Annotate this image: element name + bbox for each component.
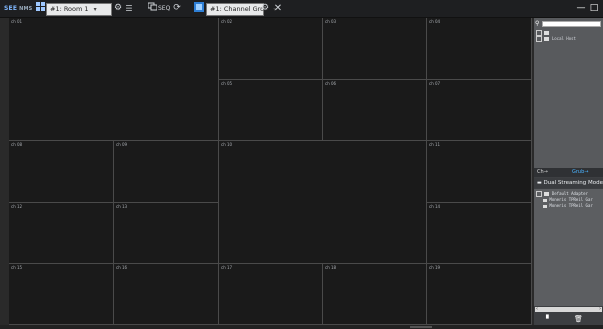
video-cell[interactable]: ch 15	[9, 264, 114, 325]
seq-label[interactable]: SEQ	[158, 2, 172, 15]
list-item-label: Moneris TPReil Gar	[549, 197, 593, 202]
video-cell[interactable]: ch 08	[9, 141, 114, 203]
video-cell[interactable]: ch 05	[219, 80, 323, 141]
expand-icon[interactable]	[536, 36, 542, 42]
cell-label: ch 06	[325, 81, 337, 86]
cell-label: ch 13	[116, 204, 128, 209]
cell-label: ch 11	[429, 142, 441, 147]
chevron-down-icon: ▾	[93, 5, 97, 13]
monitor-icon: ▬	[537, 180, 542, 186]
tree-search-input[interactable]	[542, 21, 601, 27]
folder-icon	[544, 192, 550, 196]
cell-label: ch 10	[221, 142, 233, 147]
tree-row-local-host[interactable]: Local Host	[536, 36, 576, 42]
room-grid-icon[interactable]	[35, 2, 45, 15]
video-cell[interactable]: ch 03	[323, 18, 427, 80]
camera-icon	[543, 204, 547, 208]
channel-group-icon[interactable]	[193, 2, 204, 15]
scroll-right-icon[interactable]: ›	[599, 306, 601, 312]
status-bar	[0, 325, 603, 329]
video-cell[interactable]: ch 10	[219, 141, 427, 264]
cell-label: ch 02	[221, 19, 233, 24]
horizontal-scrollbar[interactable]: ‹ ›	[535, 306, 602, 312]
video-cell[interactable]: ch 16	[114, 264, 219, 325]
dual-streaming-mode-header[interactable]: ▬ Dual Streaming Mode	[534, 178, 603, 188]
room-select-value: #1: Room 1	[50, 4, 89, 13]
sidebar-tabs: Ch→ Grub→	[534, 168, 603, 177]
server-icon	[544, 37, 550, 41]
tree-filter-icon[interactable]: ⚲	[535, 20, 539, 27]
resize-grip[interactable]	[410, 326, 432, 328]
cell-label: ch 15	[11, 265, 23, 270]
cell-label: ch 09	[116, 142, 128, 147]
device-tree-panel: ⚲ Local Host	[534, 18, 603, 168]
cell-label: ch 16	[116, 265, 128, 270]
expand-icon[interactable]	[536, 191, 542, 197]
tab-groups[interactable]: Grub→	[572, 168, 588, 177]
video-cell[interactable]: ch 19	[427, 264, 532, 325]
video-cell[interactable]: ch 18	[323, 264, 427, 325]
room-select[interactable]: #1: Room 1 ▾	[46, 2, 112, 16]
cell-label: ch 12	[11, 204, 23, 209]
logo-subtext: NMS	[19, 6, 33, 12]
top-toolbar: SEE NMS #1: Room 1 ▾ ⚙ ☰ SEQ ⟳ #1: Channel…	[0, 0, 603, 18]
cell-label: ch 19	[429, 265, 441, 270]
video-cell[interactable]: ch 17	[219, 264, 323, 325]
refresh-icon[interactable]: ⟳	[172, 2, 182, 15]
gear-icon[interactable]: ⚙	[260, 2, 270, 15]
video-cell[interactable]: ch 12	[9, 203, 114, 264]
video-cell[interactable]: ch 13	[114, 203, 219, 264]
cell-label: ch 18	[325, 265, 337, 270]
maximize-button[interactable]: □	[588, 2, 600, 15]
cell-label: ch 03	[325, 19, 337, 24]
list-item-label: Default Adapter	[551, 191, 588, 196]
cell-label: ch 08	[11, 142, 23, 147]
cell-label: ch 05	[221, 81, 233, 86]
video-cell[interactable]: ch 07	[427, 80, 532, 141]
close-icon[interactable]: ✕	[273, 2, 283, 15]
minimize-button[interactable]: —	[575, 2, 587, 15]
channel-group-select[interactable]: #1: Channel Grou ▾	[206, 2, 276, 16]
video-grid: ch 01 ch 02 ch 03 ch 04 ch 05 ch 06 ch 0…	[9, 18, 532, 325]
cell-label: ch 14	[429, 204, 441, 209]
trash-icon[interactable]: 🗑	[574, 315, 583, 323]
folder-icon	[544, 31, 550, 35]
tree-item-label: Local Host	[551, 36, 576, 41]
cell-label: ch 04	[429, 19, 441, 24]
sequence-icon[interactable]	[147, 2, 157, 15]
list-item[interactable]: Moneris TPReil Gar	[543, 203, 593, 208]
logo-text: SEE	[4, 5, 18, 12]
camera-icon	[543, 198, 547, 202]
cell-label: ch 17	[221, 265, 233, 270]
video-cell[interactable]: ch 04	[427, 18, 532, 80]
video-cell[interactable]: ch 09	[114, 141, 219, 203]
gear-icon[interactable]: ⚙	[113, 2, 123, 15]
sidebar-bottom-toolbar: ▘ 🗑	[534, 314, 603, 325]
list-item-label: Moneris TPReil Gar	[549, 203, 593, 208]
cell-label: ch 01	[11, 19, 23, 24]
app-logo: SEE NMS	[4, 2, 32, 15]
list-icon[interactable]: ☰	[124, 2, 134, 15]
tab-channels[interactable]: Ch→	[537, 168, 548, 177]
scroll-left-icon[interactable]: ‹	[536, 306, 538, 312]
add-icon[interactable]: ▘	[546, 315, 551, 323]
mode-label: Dual Streaming Mode	[543, 180, 603, 186]
right-sidebar: ⚲ Local Host Ch→ Grub→ ▬ Dual Streaming …	[534, 18, 603, 325]
video-cell[interactable]: ch 02	[219, 18, 323, 80]
video-cell[interactable]: ch 06	[323, 80, 427, 141]
video-cell[interactable]: ch 01	[9, 18, 219, 141]
video-cell[interactable]: ch 11	[427, 141, 532, 203]
adapter-list: Default Adapter Moneris TPReil Gar Moner…	[534, 189, 603, 306]
list-item[interactable]: Moneris TPReil Gar	[543, 197, 593, 202]
video-cell[interactable]: ch 14	[427, 203, 532, 264]
cell-label: ch 07	[429, 81, 441, 86]
